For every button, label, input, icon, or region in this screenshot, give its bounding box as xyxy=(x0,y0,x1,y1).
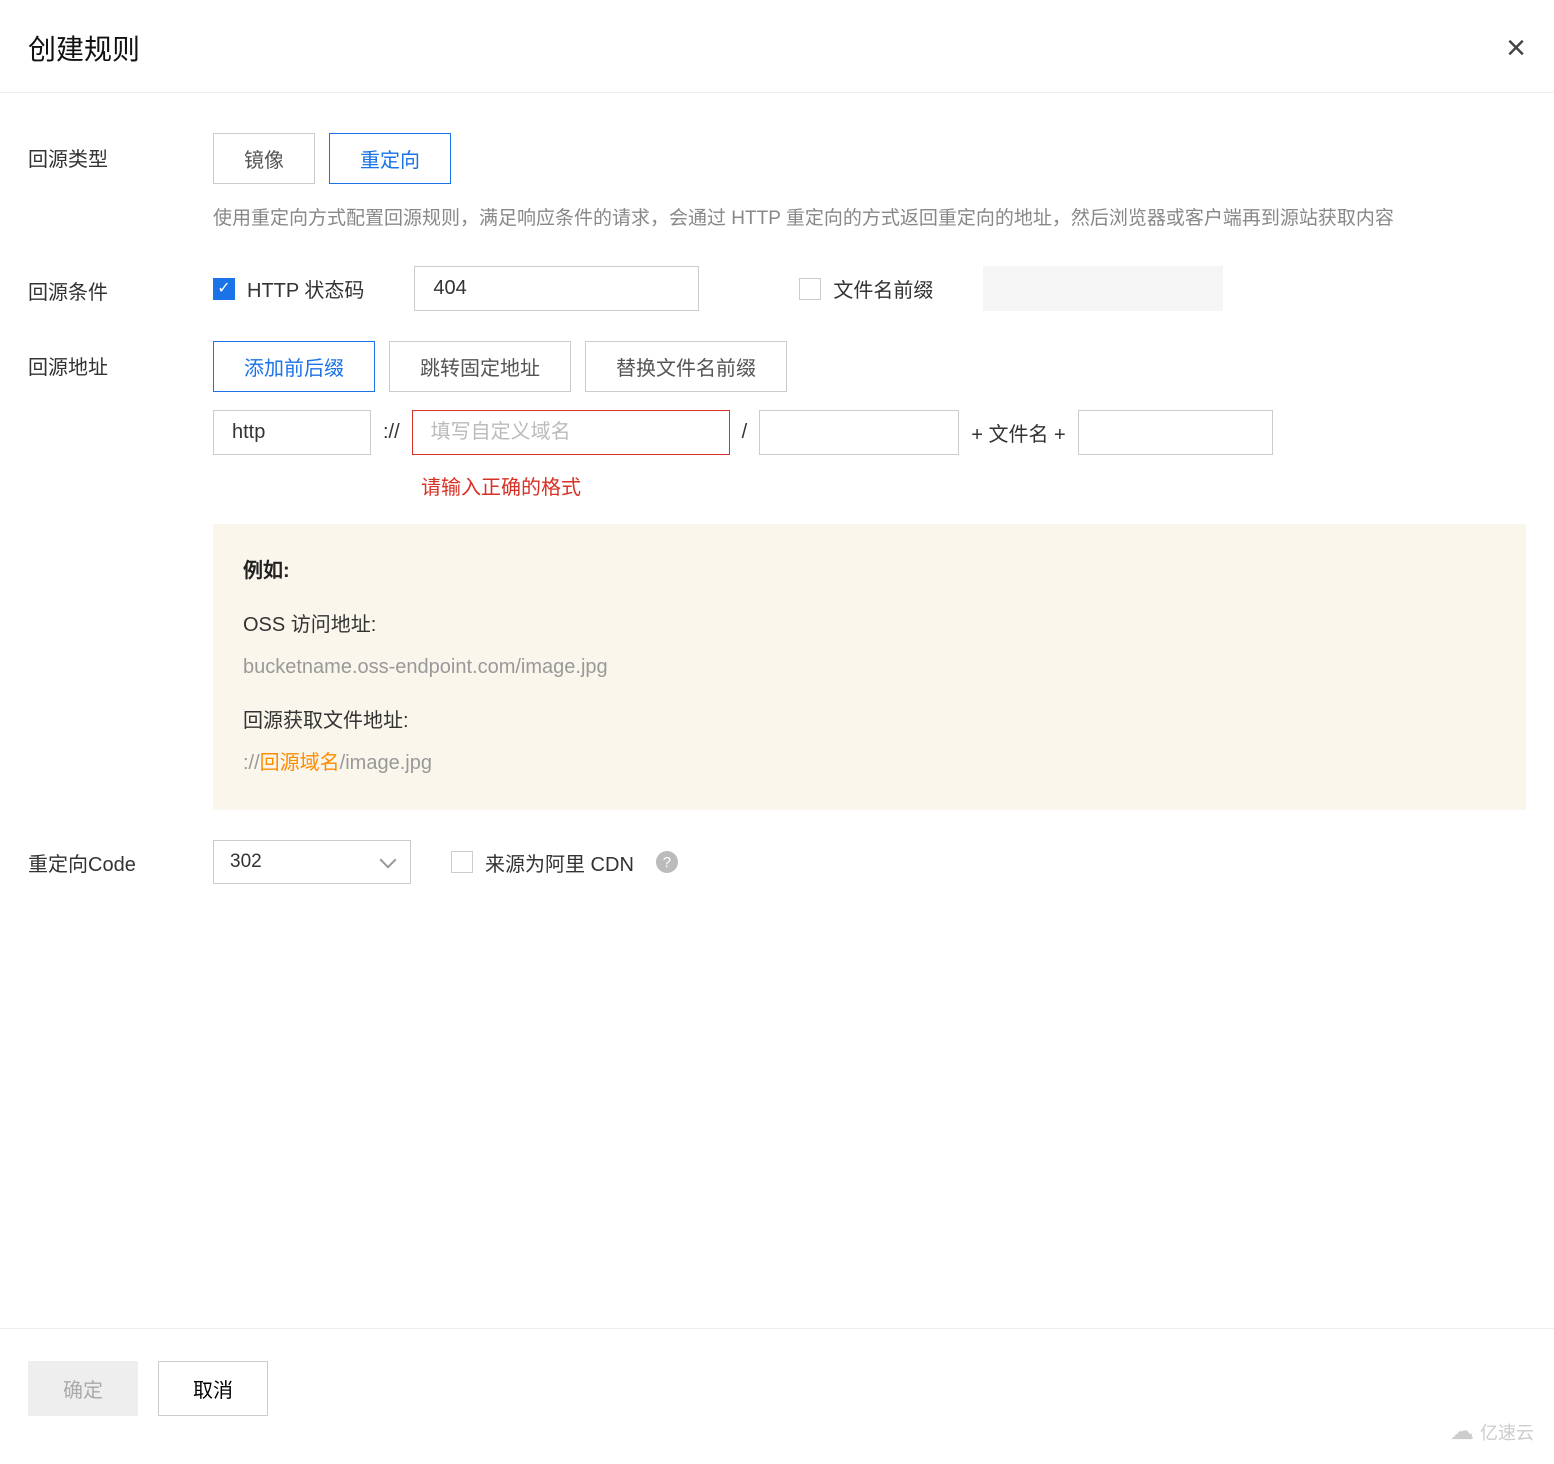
source-address-row: 回源地址 添加前后缀 跳转固定地址 替换文件名前缀 :// / + 文件名 + … xyxy=(28,341,1526,810)
checkbox-unchecked-icon xyxy=(799,278,821,300)
redirect-code-select[interactable]: 302 xyxy=(213,840,411,884)
tab-replace-prefix[interactable]: 替换文件名前缀 xyxy=(585,341,787,392)
path2-input[interactable] xyxy=(1078,410,1273,455)
checkbox-unchecked-icon xyxy=(451,851,473,873)
domain-error-message: 请输入正确的格式 xyxy=(421,471,1526,500)
chevron-down-icon xyxy=(380,852,397,869)
watermark-text: 亿速云 xyxy=(1480,1419,1534,1445)
example-line2-value: ://回源域名/image.jpg xyxy=(243,742,1496,784)
separator-scheme: :// xyxy=(379,421,404,444)
redirect-code-row: 重定向Code 302 来源为阿里 CDN ? xyxy=(28,840,1526,884)
source-type-help-text: 使用重定向方式配置回源规则，满足响应条件的请求，会通过 HTTP 重定向的方式返… xyxy=(213,202,1473,236)
cloud-icon: ☁ xyxy=(1450,1417,1474,1446)
example-box: 例如: OSS 访问地址: bucketname.oss-endpoint.co… xyxy=(213,524,1526,810)
file-prefix-checkbox-label: 文件名前缀 xyxy=(833,274,933,303)
source-type-mirror-button[interactable]: 镜像 xyxy=(213,133,315,184)
checkbox-checked-icon: ✓ xyxy=(213,278,235,300)
file-prefix-input xyxy=(983,266,1223,311)
source-condition-label: 回源条件 xyxy=(28,266,213,305)
redirect-code-value: 302 xyxy=(230,851,262,873)
tab-jump-fixed[interactable]: 跳转固定地址 xyxy=(389,341,571,392)
cdn-checkbox[interactable]: 来源为阿里 CDN ? xyxy=(451,848,678,877)
source-condition-row: 回源条件 ✓ HTTP 状态码 文件名前缀 xyxy=(28,266,1526,311)
source-address-label: 回源地址 xyxy=(28,341,213,380)
source-type-label: 回源类型 xyxy=(28,133,213,172)
separator-filename: + 文件名 + xyxy=(967,418,1069,447)
path1-input[interactable] xyxy=(759,410,959,455)
domain-input[interactable] xyxy=(412,410,730,455)
cdn-checkbox-label: 来源为阿里 CDN xyxy=(485,848,634,877)
ok-button[interactable]: 确定 xyxy=(28,1361,138,1416)
dialog-title: 创建规则 xyxy=(28,28,140,68)
close-icon[interactable]: × xyxy=(1506,31,1526,65)
example-line1-value: bucketname.oss-endpoint.com/image.jpg xyxy=(243,646,1496,688)
file-prefix-checkbox[interactable]: 文件名前缀 xyxy=(799,274,933,303)
dialog-footer: 确定 取消 xyxy=(0,1328,1554,1464)
cancel-button[interactable]: 取消 xyxy=(158,1361,268,1416)
redirect-code-label: 重定向Code xyxy=(28,840,213,880)
source-type-redirect-button[interactable]: 重定向 xyxy=(329,133,451,184)
help-icon[interactable]: ? xyxy=(656,851,678,873)
source-type-row: 回源类型 镜像 重定向 使用重定向方式配置回源规则，满足响应条件的请求，会通过 … xyxy=(28,133,1526,236)
http-code-input[interactable] xyxy=(414,266,699,311)
watermark: ☁ 亿速云 xyxy=(1450,1417,1534,1446)
http-code-checkbox[interactable]: ✓ HTTP 状态码 xyxy=(213,274,364,303)
separator-slash: / xyxy=(738,421,752,444)
scheme-input[interactable] xyxy=(213,410,371,455)
example-line2-label: 回源获取文件地址: xyxy=(243,700,1496,742)
http-code-checkbox-label: HTTP 状态码 xyxy=(247,274,364,303)
tab-add-prefix-suffix[interactable]: 添加前后缀 xyxy=(213,341,375,392)
example-line1-label: OSS 访问地址: xyxy=(243,604,1496,646)
example-title: 例如: xyxy=(243,550,1496,592)
